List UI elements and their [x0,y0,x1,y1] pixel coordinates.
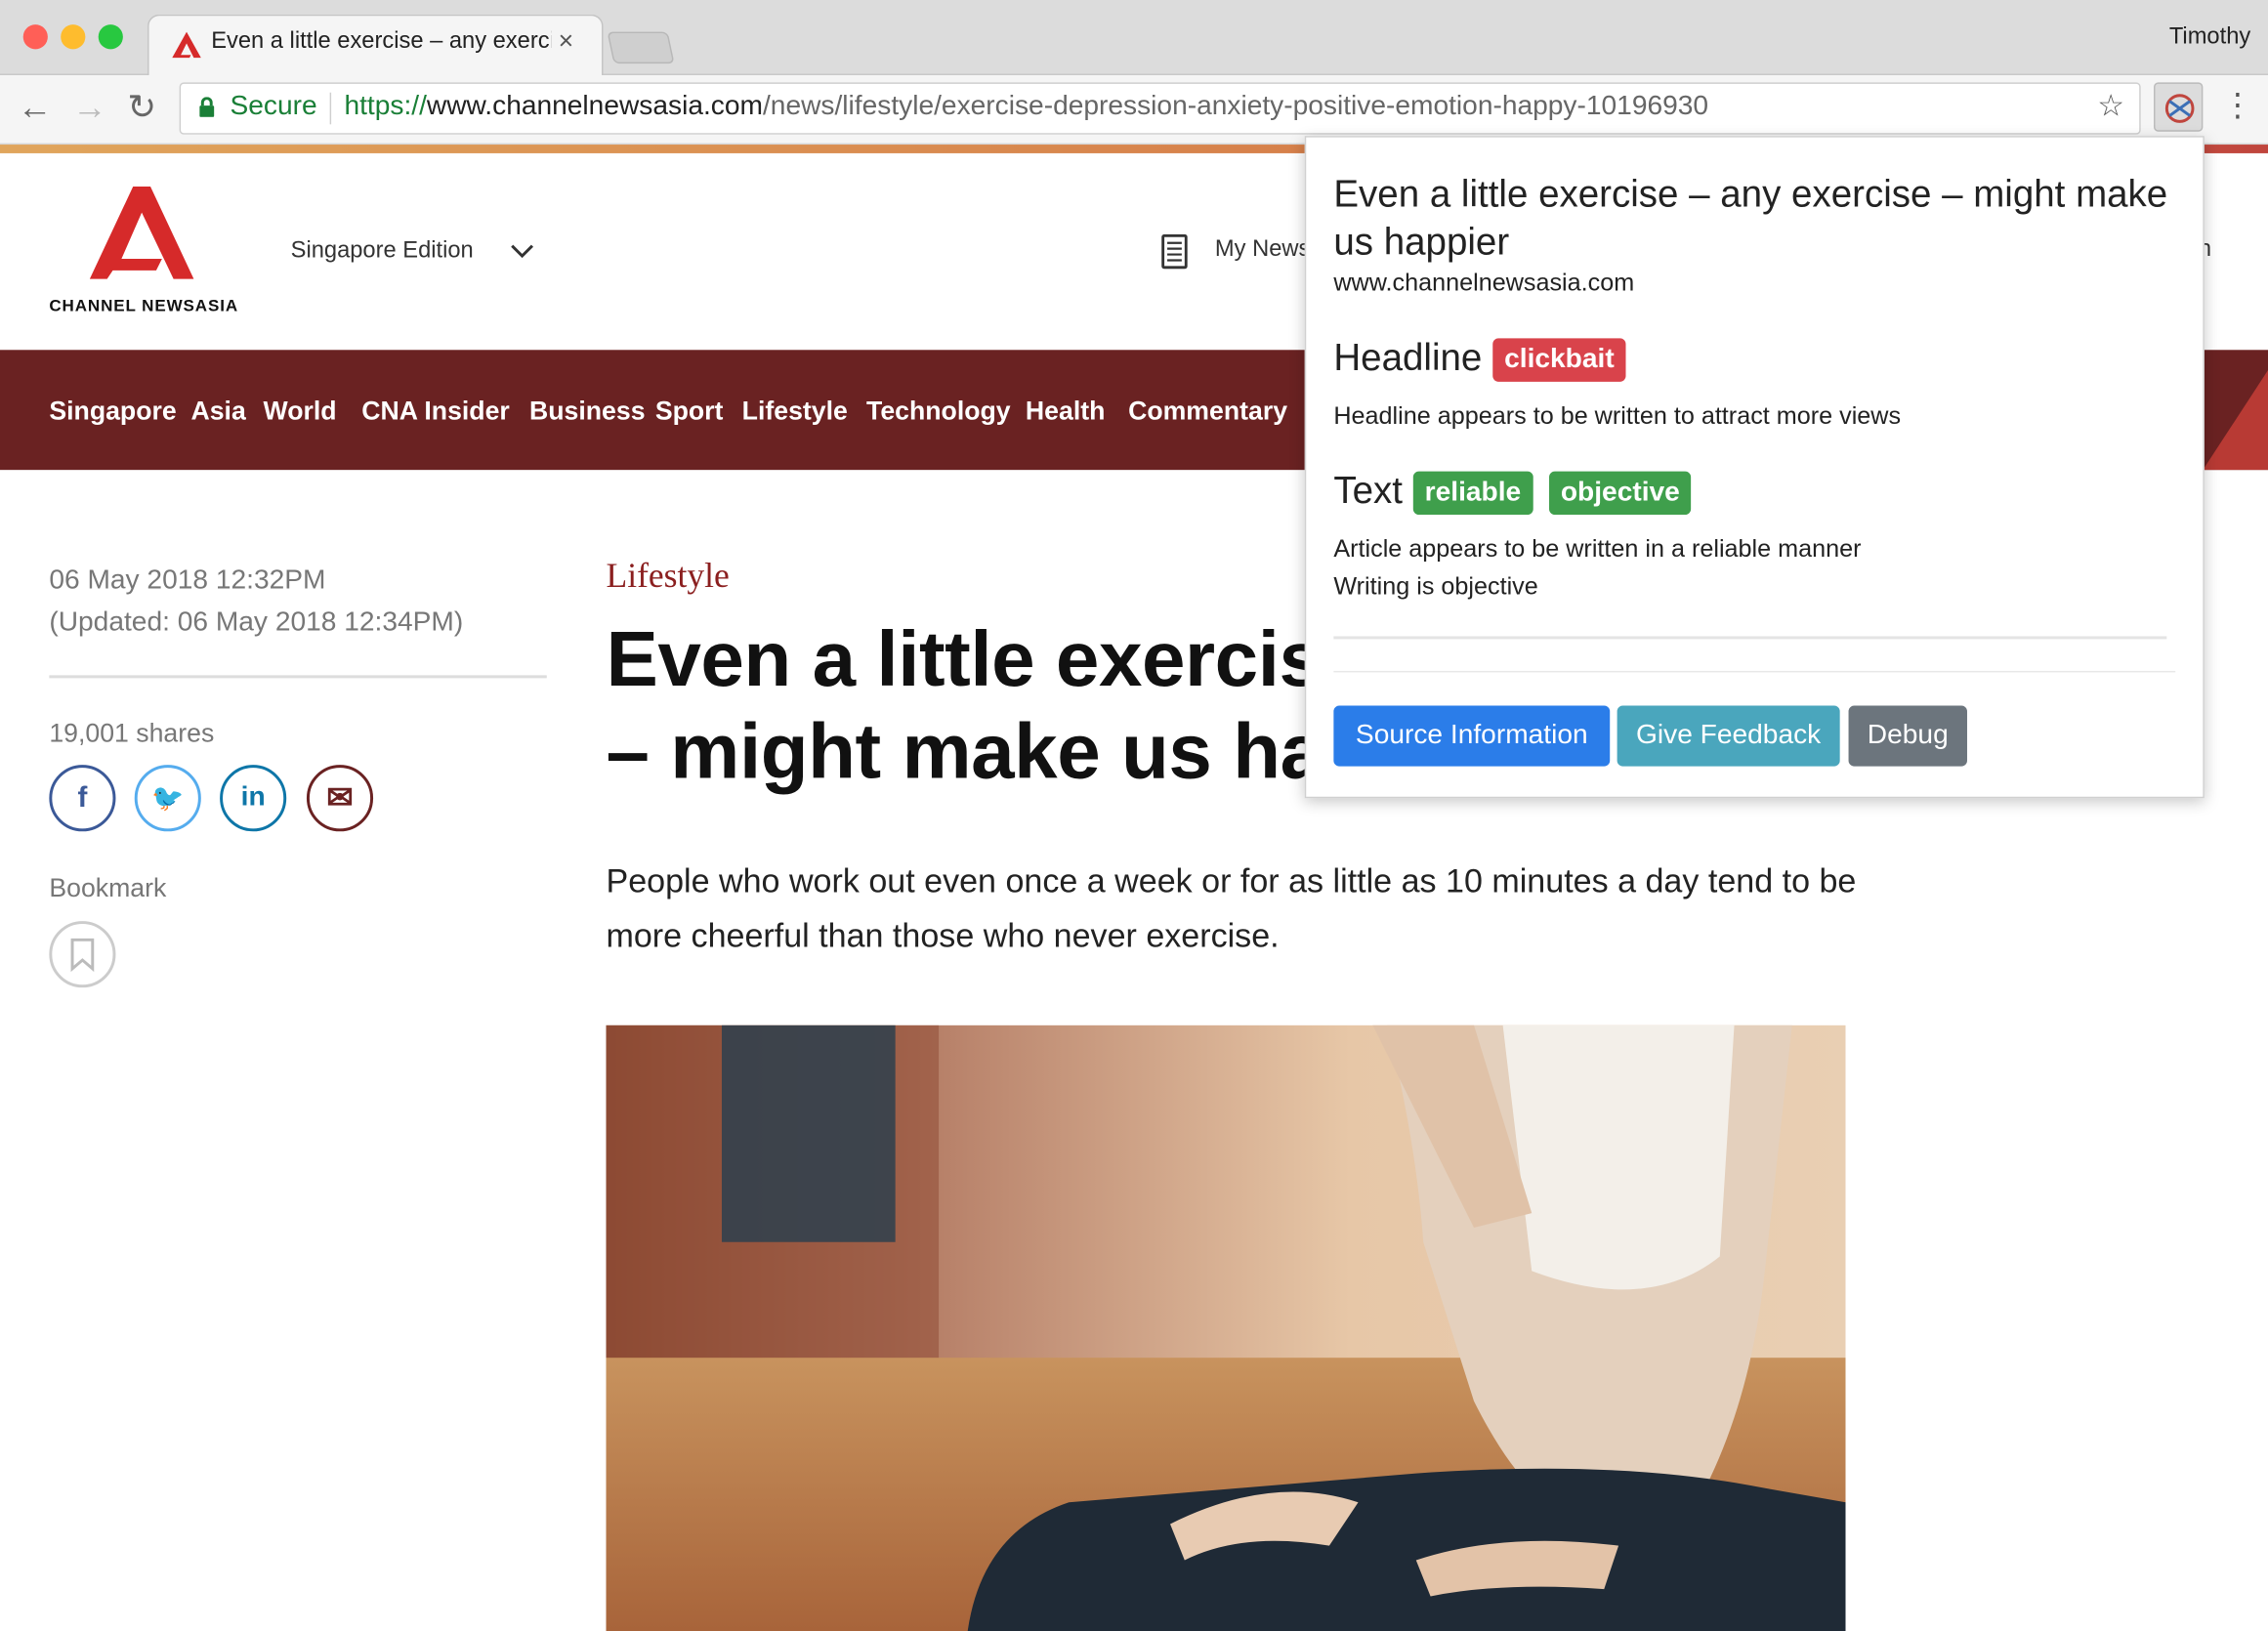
nav-item-world[interactable]: World [264,397,337,427]
my-news-link[interactable]: My News [1215,237,1310,264]
chevron-down-icon[interactable] [509,237,535,264]
nav-item-cna-insider[interactable]: CNA Insider [361,397,510,427]
profile-name[interactable]: Timothy [2126,24,2250,51]
clickbait-badge: clickbait [1492,338,1626,382]
window-minimize-button[interactable] [61,24,86,50]
nav-item-health[interactable]: Health [1026,397,1105,427]
source-information-button[interactable]: Source Information [1333,705,1611,767]
forward-arrow-icon[interactable]: → [72,87,107,130]
bookmark-label: Bookmark [49,873,167,902]
linkedin-icon: in [240,781,266,814]
window-maximize-button[interactable] [98,24,123,50]
updated-date: (Updated: 06 May 2018 12:34PM) [49,606,464,638]
url-text[interactable]: https://www.channelnewsasia.com/news/lif… [344,91,2079,123]
edition-selector[interactable]: Singapore Edition [291,238,474,265]
article-category[interactable]: Lifestyle [606,558,729,597]
nav-accent-triangle [2203,370,2268,471]
reliable-badge: reliable [1412,471,1533,516]
bookmark-button[interactable] [49,921,116,988]
nav-item-technology[interactable]: Technology [866,397,1011,427]
objective-badge: objective [1549,471,1692,516]
url-path: /news/lifestyle/exercise-depression-anxi… [762,91,1709,122]
divider [49,675,547,679]
back-arrow-icon[interactable]: ← [18,87,53,130]
tab-close-icon[interactable]: × [559,26,574,57]
article-deck: People who work out even once a week or … [606,861,1857,955]
nav-item-singapore[interactable]: Singapore [49,397,176,427]
cna-logo-icon[interactable] [89,186,194,279]
facebook-share-button[interactable]: f [49,765,116,832]
tab-title: Even a little exercise – any exercise – … [211,28,551,54]
twitter-share-button[interactable]: 🐦 [134,765,201,832]
share-count: 19,001 shares [49,718,215,748]
extension-button[interactable] [2154,82,2204,132]
bookmark-star-icon[interactable]: ☆ [2097,88,2124,124]
publish-date: 06 May 2018 12:32PM [49,565,326,596]
popup-domain: www.channelnewsasia.com [1333,269,1635,297]
reload-icon[interactable]: ↻ [127,87,156,130]
bookmark-icon [70,938,95,973]
browser-menu-icon[interactable]: ⋮ [2222,87,2254,124]
new-tab-button[interactable] [607,31,675,64]
headline-note: Headline appears to be written to attrac… [1333,401,1902,430]
article-dates: 06 May 2018 12:32PM (Updated: 06 May 201… [49,560,463,644]
url-host: www.channelnewsasia.com [426,91,763,122]
nav-item-lifestyle[interactable]: Lifestyle [742,397,848,427]
text-note-reliable: Article appears to be written in a relia… [1333,534,1862,563]
text-note-objective: Writing is objective [1333,572,1538,601]
logo-wordmark[interactable]: CHANNEL NEWSASIA [49,298,238,315]
debug-button[interactable]: Debug [1848,705,1967,767]
popup-divider-2 [1333,670,2176,673]
nav-item-asia[interactable]: Asia [190,397,245,427]
email-share-button[interactable]: ✉ [306,765,374,832]
twitter-icon: 🐦 [151,782,185,813]
text-section-title: Text [1333,468,1403,513]
address-separator [329,92,332,125]
email-icon: ✉ [326,778,354,816]
news-document-icon[interactable] [1161,233,1188,270]
window-close-button[interactable] [22,24,48,50]
nav-item-commentary[interactable]: Commentary [1128,397,1287,427]
facebook-icon: f [77,781,88,814]
headline-section-title: Headline [1333,335,1483,379]
extension-icon [2164,94,2195,123]
nav-item-business[interactable]: Business [529,397,646,427]
secure-label: Secure [230,91,317,122]
tab-favicon-icon [172,31,201,59]
popup-divider [1333,636,2167,640]
url-scheme: https:// [344,91,427,122]
popup-article-title: Even a little exercise – any exercise – … [1333,172,2168,264]
give-feedback-button[interactable]: Give Feedback [1617,705,1840,767]
nav-item-sport[interactable]: Sport [655,397,724,427]
lock-icon [199,97,215,117]
article-hero-image [606,1025,1846,1631]
linkedin-share-button[interactable]: in [220,765,287,832]
